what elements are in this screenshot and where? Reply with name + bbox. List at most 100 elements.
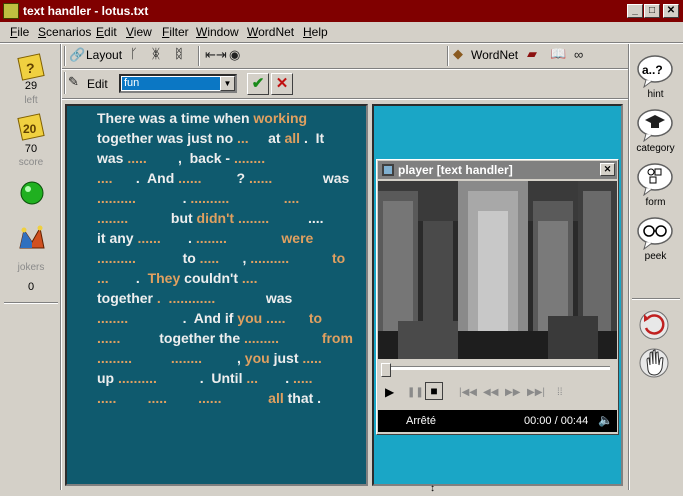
- gap-word[interactable]: ...: [242, 370, 285, 386]
- gap-word[interactable]: ......: [134, 230, 188, 246]
- gap-word[interactable]: working: [250, 110, 307, 126]
- rewind-icon[interactable]: ◀◀: [483, 387, 498, 398]
- layout-label[interactable]: Layout: [86, 48, 122, 62]
- gap-word[interactable]: ..........: [97, 250, 183, 266]
- menu-filter[interactable]: Filter: [162, 25, 189, 39]
- gap-word[interactable]: ..........: [97, 190, 183, 206]
- text-line[interactable]: ...... together the ......... from: [97, 330, 353, 346]
- text-line[interactable]: ........ . And if you ..... to: [97, 310, 322, 326]
- gap-word[interactable]: .....: [123, 150, 177, 166]
- revealed-word[interactable]: . Until: [200, 370, 243, 386]
- center-target-icon[interactable]: ◉: [229, 47, 240, 63]
- gap-word[interactable]: .........: [240, 330, 322, 346]
- text-line[interactable]: together was just no ... at all . It: [97, 130, 324, 146]
- gap-word[interactable]: ........: [97, 210, 171, 226]
- seek-track[interactable]: [381, 366, 610, 370]
- revealed-word[interactable]: up: [97, 370, 114, 386]
- gap-word[interactable]: ......: [245, 170, 323, 186]
- revealed-word[interactable]: but: [171, 210, 193, 226]
- pause-icon[interactable]: ❚❚: [407, 387, 424, 398]
- glasses-icon[interactable]: ∞: [574, 47, 583, 62]
- revealed-word[interactable]: couldn't: [180, 270, 238, 286]
- revealed-word[interactable]: There was a time when: [97, 110, 250, 126]
- open-book-icon[interactable]: 📖: [550, 46, 566, 62]
- video-frame[interactable]: [378, 181, 617, 359]
- form-icon[interactable]: [636, 162, 674, 197]
- revealed-word[interactable]: that: [284, 390, 314, 406]
- minimize-button[interactable]: _: [627, 4, 643, 18]
- gap-word[interactable]: ........: [97, 310, 183, 326]
- gap-word[interactable]: ......: [174, 170, 236, 186]
- fit-width-icon[interactable]: ⇤⇥: [205, 47, 227, 63]
- gap-word[interactable]: you: [233, 310, 262, 326]
- menu-help[interactable]: Help: [303, 25, 328, 39]
- skip-back-icon[interactable]: |◀◀: [459, 387, 477, 398]
- gap-word[interactable]: ...: [233, 130, 268, 146]
- gap-word[interactable]: to: [309, 310, 322, 326]
- text-line[interactable]: There was a time when working: [97, 110, 307, 126]
- gap-word[interactable]: ..........: [114, 370, 200, 386]
- gap-word[interactable]: .....: [196, 250, 243, 266]
- text-line[interactable]: .... . And ...... ? ...... was: [97, 170, 349, 186]
- skip-forward-icon[interactable]: ▶▶|: [527, 387, 545, 398]
- layout-icon[interactable]: 🔗: [69, 47, 85, 63]
- text-line[interactable]: together . ............ was: [97, 290, 292, 306]
- revealed-word[interactable]: together: [97, 290, 153, 306]
- split-lines-icon[interactable]: ᛤ: [152, 46, 160, 61]
- hint-icon[interactable]: a..?: [636, 54, 674, 89]
- gap-word[interactable]: all: [281, 130, 300, 146]
- menu-scenarios[interactable]: Scenarios: [38, 25, 91, 39]
- hint-label[interactable]: hint: [628, 89, 683, 100]
- gap-word[interactable]: ........: [234, 210, 308, 226]
- jester-hat-icon[interactable]: [16, 224, 48, 254]
- revealed-word[interactable]: together was just no: [97, 130, 233, 146]
- split-sentences-icon[interactable]: ᛥ: [175, 46, 183, 61]
- pencil-icon[interactable]: ✎: [68, 74, 79, 90]
- speaker-icon[interactable]: 🔈: [598, 413, 613, 427]
- text-line[interactable]: .......... to ..... , .......... to: [97, 250, 345, 266]
- menu-view[interactable]: View: [126, 25, 152, 39]
- gap-word[interactable]: all: [268, 390, 284, 406]
- gap-word[interactable]: ..... ..... ......: [97, 390, 268, 406]
- revealed-word[interactable]: was: [266, 290, 292, 306]
- revealed-word[interactable]: , back -: [178, 150, 230, 166]
- gap-word[interactable]: ......: [97, 330, 159, 346]
- word-combo[interactable]: fun ▼: [119, 74, 237, 93]
- menu-edit[interactable]: Edit: [96, 25, 117, 39]
- text-line[interactable]: .......... . .......... ....: [97, 190, 299, 206]
- text-line[interactable]: ......... ........ , you just .....: [97, 350, 322, 366]
- revealed-word[interactable]: . It: [300, 130, 324, 146]
- menu-grip-icon[interactable]: ⁞⁞: [557, 387, 563, 398]
- revealed-word[interactable]: to: [183, 250, 196, 266]
- gap-word[interactable]: .....: [289, 370, 312, 386]
- revealed-word[interactable]: ?: [237, 170, 246, 186]
- edit-label[interactable]: Edit: [87, 77, 108, 91]
- resize-cursor-icon[interactable]: ↕: [430, 483, 435, 494]
- gap-word[interactable]: ....: [238, 270, 258, 286]
- revealed-word[interactable]: . And: [136, 170, 174, 186]
- category-icon[interactable]: [636, 108, 674, 143]
- gap-word[interactable]: to: [332, 250, 345, 266]
- close-button[interactable]: ✕: [663, 4, 679, 18]
- gap-word[interactable]: . ............: [153, 290, 266, 306]
- gap-word[interactable]: .....: [262, 310, 309, 326]
- gap-word[interactable]: .......... ....: [186, 190, 299, 206]
- chevron-down-icon[interactable]: ▼: [220, 76, 235, 91]
- revealed-word[interactable]: at: [268, 130, 280, 146]
- stop-icon[interactable]: ■: [425, 382, 443, 400]
- gap-word[interactable]: .....: [298, 350, 321, 366]
- fast-forward-icon[interactable]: ▶▶: [505, 387, 520, 398]
- player-window[interactable]: player [text handler] ✕ ▶ ❚❚ ■ |◀◀ ◀◀ ▶▶…: [376, 159, 619, 435]
- revealed-word[interactable]: it any: [97, 230, 134, 246]
- peek-label[interactable]: peek: [628, 251, 683, 262]
- form-label[interactable]: form: [628, 197, 683, 208]
- gap-word[interactable]: didn't: [193, 210, 235, 226]
- accept-button[interactable]: ✔: [247, 73, 269, 95]
- seek-thumb[interactable]: [381, 363, 391, 377]
- wordnet-icon[interactable]: ◆: [453, 46, 463, 62]
- revealed-word[interactable]: .: [313, 390, 321, 406]
- gap-word[interactable]: ..........: [246, 250, 332, 266]
- text-line[interactable]: was ..... , back - ........: [97, 150, 265, 166]
- peek-icon[interactable]: [636, 216, 674, 251]
- gap-word[interactable]: They: [140, 270, 181, 286]
